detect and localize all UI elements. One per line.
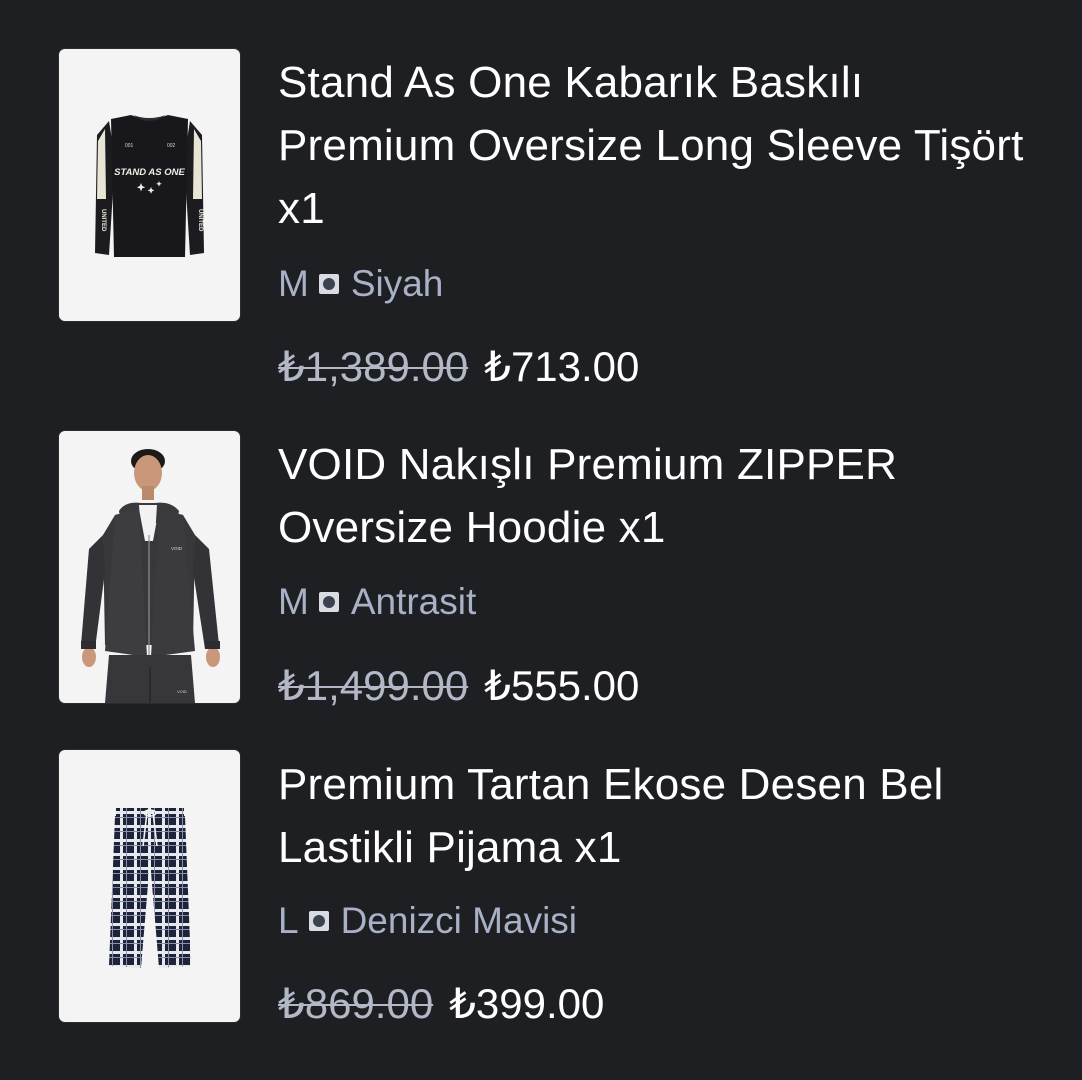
product-title[interactable]: Premium Tartan Ekose Desen Bel Lastikli …	[278, 753, 1038, 879]
product-variant: L Denizci Mavisi	[278, 899, 577, 943]
product-title[interactable]: Stand As One Kabarık Baskılı Premium Ove…	[278, 51, 1038, 240]
chest-right-print: 002	[167, 143, 176, 149]
product-title[interactable]: VOID Nakışlı Premium ZIPPER Oversize Hoo…	[278, 433, 1038, 559]
variant-size: L	[278, 900, 299, 941]
original-price: ₺869.00	[278, 980, 434, 1027]
sleeve-print-left: UNITED	[100, 209, 106, 232]
sale-price: ₺555.00	[484, 662, 640, 709]
product-variant: M Antrasit	[278, 580, 476, 624]
variant-color: Denizci Mavisi	[340, 900, 578, 941]
variant-size: M	[278, 581, 309, 622]
separator-dot-icon	[308, 911, 329, 931]
tshirt-image: 001 002 STAND AS ONE UNITED UNITED	[95, 115, 204, 257]
original-price: ₺1,389.00	[278, 343, 469, 390]
hoodie-chest-print: VOID	[171, 546, 183, 551]
variant-color: Antrasit	[350, 581, 477, 622]
product-image[interactable]: VOID VOID	[59, 431, 240, 703]
chest-left-print: 001	[125, 143, 134, 149]
product-prices: ₺1,389.00 ₺713.00	[278, 342, 639, 392]
variant-color: Siyah	[350, 263, 444, 304]
product-image[interactable]	[59, 750, 240, 1022]
sale-price: ₺713.00	[484, 343, 640, 390]
original-price: ₺1,499.00	[278, 662, 469, 709]
product-image[interactable]: 001 002 STAND AS ONE UNITED UNITED	[59, 49, 240, 321]
sale-price: ₺399.00	[449, 980, 605, 1027]
front-print-text: STAND AS ONE	[114, 167, 185, 178]
product-prices: ₺1,499.00 ₺555.00	[278, 661, 639, 711]
hoodie-model-image: VOID VOID	[81, 449, 220, 703]
sleeve-print-right: UNITED	[197, 209, 203, 232]
pajama-pants-image	[109, 808, 191, 968]
separator-dot-icon	[318, 274, 339, 294]
product-prices: ₺869.00 ₺399.00	[278, 979, 604, 1029]
pants-print: VOID	[177, 689, 187, 694]
variant-size: M	[278, 263, 309, 304]
separator-dot-icon	[318, 592, 339, 612]
product-variant: M Siyah	[278, 262, 443, 306]
